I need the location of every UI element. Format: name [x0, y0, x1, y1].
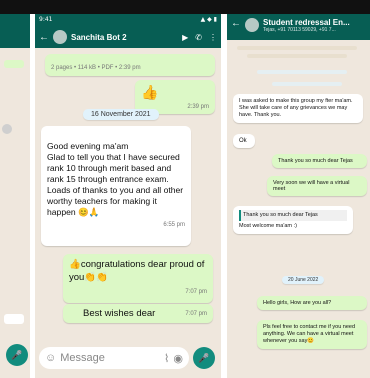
- message-text: Thank you so much dear Tejas: [278, 158, 353, 164]
- camera-icon[interactable]: ◉: [173, 352, 183, 365]
- outgoing-message: Very soon we will have a virtual meet: [267, 176, 367, 196]
- message-text: 👍congratulations dear proud of you👏👏: [69, 259, 205, 283]
- date-pill: 20 June 2022: [282, 276, 325, 284]
- message-text: I was asked to make this group my fter m…: [239, 98, 353, 118]
- message-text: Best wishes dear: [83, 308, 156, 319]
- emoji-text: 👍: [141, 84, 159, 100]
- emoji-icon[interactable]: ☺: [45, 352, 56, 364]
- top-black-strip: [0, 0, 370, 14]
- left-partial-bubble: [4, 60, 24, 68]
- right-phone-screenshot: ← Student redressal En... Tejas, +91 701…: [227, 14, 370, 378]
- status-time: 9:41: [39, 16, 53, 23]
- left-partial-icon: [2, 124, 12, 134]
- incoming-message: Ok: [233, 134, 255, 148]
- header-actions: ▶ ✆ ⋮: [182, 33, 217, 42]
- outgoing-congrats-message: 👍congratulations dear proud of you👏👏 7:0…: [63, 254, 213, 303]
- attach-icon[interactable]: ⌇: [164, 352, 169, 365]
- system-message: [257, 70, 347, 74]
- left-phone-screenshot: 🎤: [0, 14, 30, 378]
- outgoing-message: Pls feel free to contact me if you need …: [257, 320, 367, 349]
- quoted-text: Thank you so much dear Tejas: [243, 212, 318, 218]
- date-pill: 16 November 2021: [83, 109, 159, 120]
- incoming-message: Good evening ma'am Glad to tell you that…: [41, 126, 191, 246]
- message-text: Pls feel free to contact me if you need …: [263, 324, 356, 344]
- group-avatar[interactable]: [245, 18, 259, 32]
- middle-phone-screenshot: 9:41 ▲ ◆ ▮ ← Sanchita Bot 2 ▶ ✆ ⋮ 2 page…: [35, 14, 221, 378]
- status-icons: ▲ ◆ ▮: [200, 16, 217, 23]
- left-header: [0, 14, 30, 48]
- message-placeholder: Message: [60, 352, 105, 364]
- mic-button[interactable]: 🎤: [193, 347, 215, 369]
- message-composer: ☺ Message ⌇ ◉ 🎤: [39, 346, 219, 370]
- document-meta-bubble: 2 pages • 114 kB • PDF • 2:39 pm: [45, 54, 215, 76]
- message-time: 7:07 pm: [185, 289, 207, 295]
- message-time: 6:55 pm: [163, 222, 185, 228]
- message-text: Most welcome ma'am :): [239, 223, 297, 229]
- outgoing-wishes-message: Best wishes dear 7:07 pm: [63, 304, 213, 323]
- quoted-message[interactable]: Thank you so much dear Tejas: [239, 210, 347, 221]
- message-text: Good evening ma'am Glad to tell you that…: [47, 141, 184, 217]
- message-text: Very soon we will have a virtual meet: [273, 180, 350, 192]
- left-mic-button[interactable]: 🎤: [6, 344, 28, 366]
- chat-title[interactable]: Sanchita Bot 2: [71, 33, 127, 42]
- encryption-notice: [237, 46, 357, 50]
- status-bar: 9:41 ▲ ◆ ▮: [35, 14, 221, 26]
- group-title[interactable]: Student redressal En...: [263, 18, 350, 27]
- message-input[interactable]: ☺ Message ⌇ ◉: [39, 347, 189, 369]
- outgoing-message: Thank you so much dear Tejas: [272, 154, 367, 168]
- back-arrow-icon[interactable]: ←: [231, 18, 241, 29]
- incoming-message: I was asked to make this group my fter m…: [233, 94, 363, 123]
- message-text: Hello girls, How are you all?: [263, 300, 332, 306]
- encryption-notice-2: [247, 54, 347, 58]
- group-header: ← Student redressal En... Tejas, +91 701…: [227, 14, 370, 40]
- chat-header: ← Sanchita Bot 2 ▶ ✆ ⋮: [35, 26, 221, 48]
- video-call-icon[interactable]: ▶: [182, 33, 188, 42]
- more-options-icon[interactable]: ⋮: [209, 33, 217, 42]
- document-meta: 2 pages • 114 kB • PDF • 2:39 pm: [51, 65, 141, 71]
- incoming-reply-message: Thank you so much dear Tejas Most welcom…: [233, 206, 353, 234]
- message-time: 7:07 pm: [185, 310, 207, 317]
- message-text: Ok: [239, 138, 247, 144]
- avatar[interactable]: [53, 30, 67, 44]
- phone-call-icon[interactable]: ✆: [195, 33, 202, 42]
- back-arrow-icon[interactable]: ←: [39, 32, 49, 43]
- outgoing-message: Hello girls, How are you all?: [257, 296, 367, 310]
- system-message-2: [272, 82, 342, 86]
- left-partial-bubble-2: [4, 314, 24, 324]
- group-subtitle: Tejas, +91 70113 59029, +91 7...: [263, 27, 336, 33]
